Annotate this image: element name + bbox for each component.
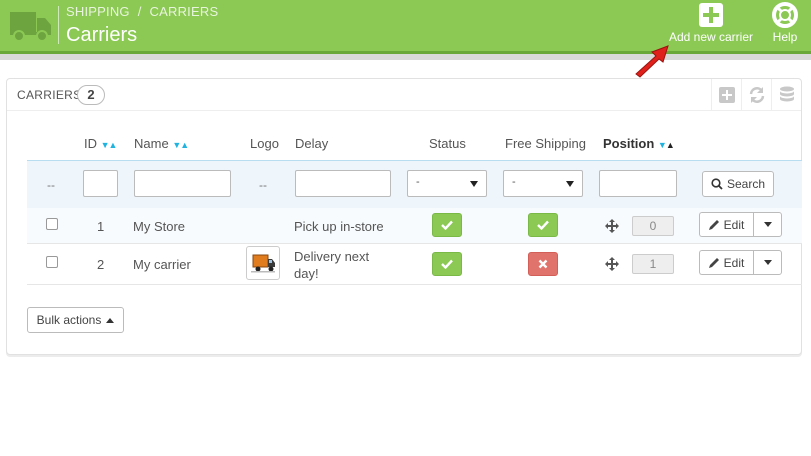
column-header-name[interactable]: Name ▼▲ [134, 136, 189, 151]
free-shipping-toggle[interactable] [528, 252, 558, 276]
filter-row: -- -- - - Search [27, 160, 802, 209]
delivery-truck-logo-icon [251, 254, 275, 273]
carrier-delay: Pick up in-store [294, 219, 384, 234]
add-new-carrier-button[interactable]: Add new carrier [662, 2, 760, 44]
position-filter-input[interactable] [599, 170, 677, 197]
row-select-checkbox[interactable] [46, 218, 58, 230]
truck-icon [10, 12, 51, 42]
edit-button-label: Edit [723, 217, 745, 232]
bulk-actions-button[interactable]: Bulk actions [27, 307, 124, 333]
help-label: Help [772, 30, 798, 44]
column-header-id[interactable]: ID ▼▲ [84, 136, 118, 151]
delay-filter-input[interactable] [295, 170, 391, 197]
add-new-carrier-label: Add new carrier [668, 30, 754, 44]
sort-arrows-icon[interactable]: ▼▲ [658, 140, 675, 150]
status-filter-value: - [416, 176, 420, 188]
pencil-icon [708, 220, 719, 230]
status-enabled-toggle[interactable] [432, 213, 462, 237]
caret-down-icon [763, 260, 772, 265]
column-header-position[interactable]: Position ▼▲ [603, 136, 675, 151]
column-header-name-label: Name [134, 136, 169, 151]
column-header-status: Status [429, 136, 466, 151]
caret-up-icon [106, 317, 115, 323]
edit-button-label: Edit [723, 255, 745, 270]
carrier-name[interactable]: My Store [133, 219, 185, 234]
header-shadow-strip [0, 51, 811, 60]
bulk-filter-placeholder: -- [47, 178, 55, 192]
carrier-logo [246, 246, 280, 280]
breadcrumb: SHIPPING / CARRIERS [66, 4, 218, 19]
carriers-panel: CARRIERS 2 ID ▼▲ Name ▼▲ Logo Delay Stat… [6, 78, 802, 355]
column-header-delay: Delay [295, 136, 329, 151]
free-shipping-filter-select[interactable]: - [503, 170, 583, 197]
carrier-name[interactable]: My carrier [133, 257, 191, 272]
breadcrumb-separator: / [137, 4, 142, 19]
search-button-label: Search [726, 177, 766, 191]
lifebuoy-icon [772, 2, 798, 28]
add-icon[interactable] [711, 79, 741, 111]
cross-icon [538, 259, 548, 269]
caret-down-icon [763, 222, 772, 227]
search-button[interactable]: Search [702, 171, 774, 197]
carrier-delay: Delivery next day! [294, 249, 370, 281]
logo-filter-placeholder: -- [259, 178, 267, 192]
table-row: 1 My Store Pick up in-store 0 Edit [27, 208, 802, 244]
breadcrumb-shipping[interactable]: SHIPPING [66, 4, 130, 19]
check-icon [537, 220, 549, 230]
row-select-checkbox[interactable] [46, 256, 58, 268]
panel-title: CARRIERS [17, 88, 82, 102]
page-header: SHIPPING / CARRIERS Carriers Add new carri… [0, 0, 811, 51]
drag-move-icon[interactable] [605, 219, 619, 233]
column-header-position-label: Position [603, 136, 655, 151]
panel-heading: CARRIERS 2 [7, 79, 801, 111]
edit-button[interactable]: Edit [699, 212, 753, 237]
annotation-arrow-icon [635, 45, 669, 78]
column-header-logo: Logo [250, 136, 279, 151]
breadcrumb-carriers[interactable]: CARRIERS [150, 4, 219, 19]
carrier-count-badge: 2 [77, 85, 105, 105]
status-filter-select[interactable]: - [407, 170, 487, 197]
page-title: Carriers [66, 24, 138, 46]
row-actions: Edit [699, 250, 782, 275]
panel-toolbar [711, 79, 801, 111]
row-actions-dropdown[interactable] [753, 250, 782, 275]
column-header-id-label: ID [84, 136, 97, 151]
id-filter-input[interactable] [83, 170, 118, 197]
check-icon [441, 220, 453, 230]
help-button[interactable]: Help [764, 2, 806, 44]
header-divider [58, 6, 59, 44]
carrier-id: 1 [97, 219, 105, 234]
check-icon [441, 259, 453, 269]
position-value: 0 [632, 216, 674, 236]
plus-square-icon [699, 3, 723, 27]
column-header-free-shipping: Free Shipping [505, 136, 586, 151]
edit-button[interactable]: Edit [699, 250, 753, 275]
search-icon [711, 178, 723, 190]
refresh-icon[interactable] [741, 79, 771, 111]
bulk-actions-label: Bulk actions [36, 313, 102, 327]
free-shipping-toggle[interactable] [528, 213, 558, 237]
sort-arrows-icon[interactable]: ▼▲ [172, 140, 189, 150]
carrier-id: 2 [97, 257, 105, 272]
drag-move-icon[interactable] [605, 257, 619, 271]
table-row: 2 My carrier Delivery next day! 1 Edit [27, 244, 802, 285]
pencil-icon [708, 258, 719, 268]
row-actions: Edit [699, 212, 782, 237]
caret-down-icon [470, 181, 478, 187]
position-value: 1 [632, 254, 674, 274]
row-actions-dropdown[interactable] [753, 212, 782, 237]
status-enabled-toggle[interactable] [432, 252, 462, 276]
caret-down-icon [566, 181, 574, 187]
sort-arrows-icon[interactable]: ▼▲ [101, 140, 118, 150]
database-icon[interactable] [771, 79, 801, 111]
free-shipping-filter-value: - [512, 176, 516, 188]
name-filter-input[interactable] [134, 170, 231, 197]
